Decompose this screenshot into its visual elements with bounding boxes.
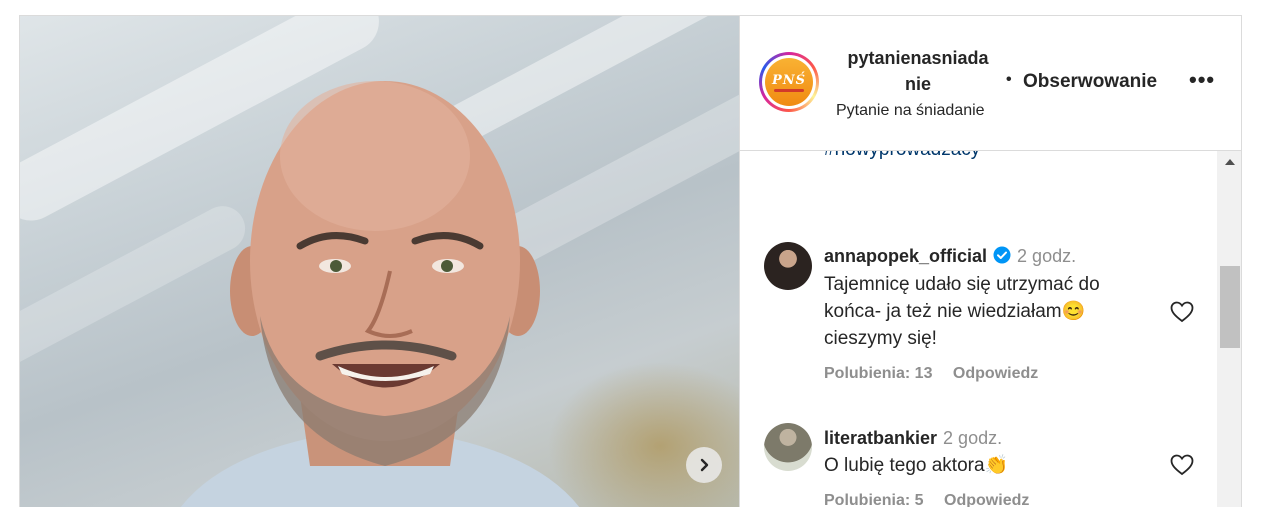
separator-dot: • bbox=[1006, 71, 1012, 88]
comment-username[interactable]: annapopek_official bbox=[824, 246, 987, 266]
comment-time[interactable]: 2 godz. bbox=[943, 428, 1002, 448]
heart-icon[interactable] bbox=[1170, 454, 1194, 476]
comments-list: #nowyprowadzacy annapopek_official 2 godz… bbox=[740, 151, 1217, 507]
following-button[interactable]: Obserwowanie bbox=[1023, 71, 1157, 93]
scrollbar-thumb[interactable] bbox=[1220, 266, 1240, 348]
comment-likes-count[interactable]: Polubienia: 13 bbox=[824, 365, 932, 382]
person-portrait bbox=[180, 81, 580, 507]
username-line-2: nie bbox=[904, 74, 931, 94]
reply-button[interactable]: Odpowiedz bbox=[944, 492, 1029, 507]
hashtag-link[interactable]: #nowyprowadzacy bbox=[824, 151, 980, 161]
more-options-button[interactable]: ••• bbox=[1189, 69, 1215, 91]
reply-button[interactable]: Odpowiedz bbox=[953, 365, 1038, 382]
comment-text-line: O lubię tego aktora👏 bbox=[824, 455, 1009, 476]
post-photo bbox=[20, 16, 739, 507]
profile-avatar[interactable]: PNŚ bbox=[759, 52, 819, 112]
commenter-avatar[interactable] bbox=[764, 423, 812, 471]
comment-text-line: Tajemnicę udało się utrzymać do bbox=[824, 274, 1100, 295]
heart-icon[interactable] bbox=[1170, 301, 1194, 323]
comment-text-line: końca- ja też nie wiedziałam😊 bbox=[824, 301, 1086, 322]
comment-text-line: cieszymy się! bbox=[824, 328, 937, 349]
comment-username[interactable]: literatbankier bbox=[824, 428, 937, 448]
post-side-panel: PNŚ pytanienasniada nie Pytanie na śniad… bbox=[739, 16, 1241, 507]
comment-time[interactable]: 2 godz. bbox=[1017, 246, 1076, 266]
scroll-up-arrow-icon[interactable] bbox=[1225, 159, 1235, 165]
post-modal: PNŚ pytanienasniada nie Pytanie na śniad… bbox=[19, 15, 1242, 507]
comments-scrollbar[interactable] bbox=[1217, 151, 1241, 507]
next-image-button[interactable] bbox=[686, 447, 722, 483]
commenter-avatar[interactable] bbox=[764, 242, 812, 290]
pns-logo: PNŚ bbox=[765, 58, 813, 106]
logo-text: PNŚ bbox=[771, 72, 807, 88]
username-link[interactable]: pytanienasniada nie bbox=[835, 45, 1001, 97]
username-line-1: pytanienasniada bbox=[847, 48, 989, 68]
post-header: PNŚ pytanienasniada nie Pytanie na śniad… bbox=[740, 16, 1241, 151]
comment-likes-count[interactable]: Polubienia: 5 bbox=[824, 492, 924, 507]
chevron-right-icon bbox=[700, 458, 709, 472]
account-subtitle: Pytanie na śniadanie bbox=[836, 102, 985, 119]
verified-badge-icon bbox=[993, 246, 1011, 264]
